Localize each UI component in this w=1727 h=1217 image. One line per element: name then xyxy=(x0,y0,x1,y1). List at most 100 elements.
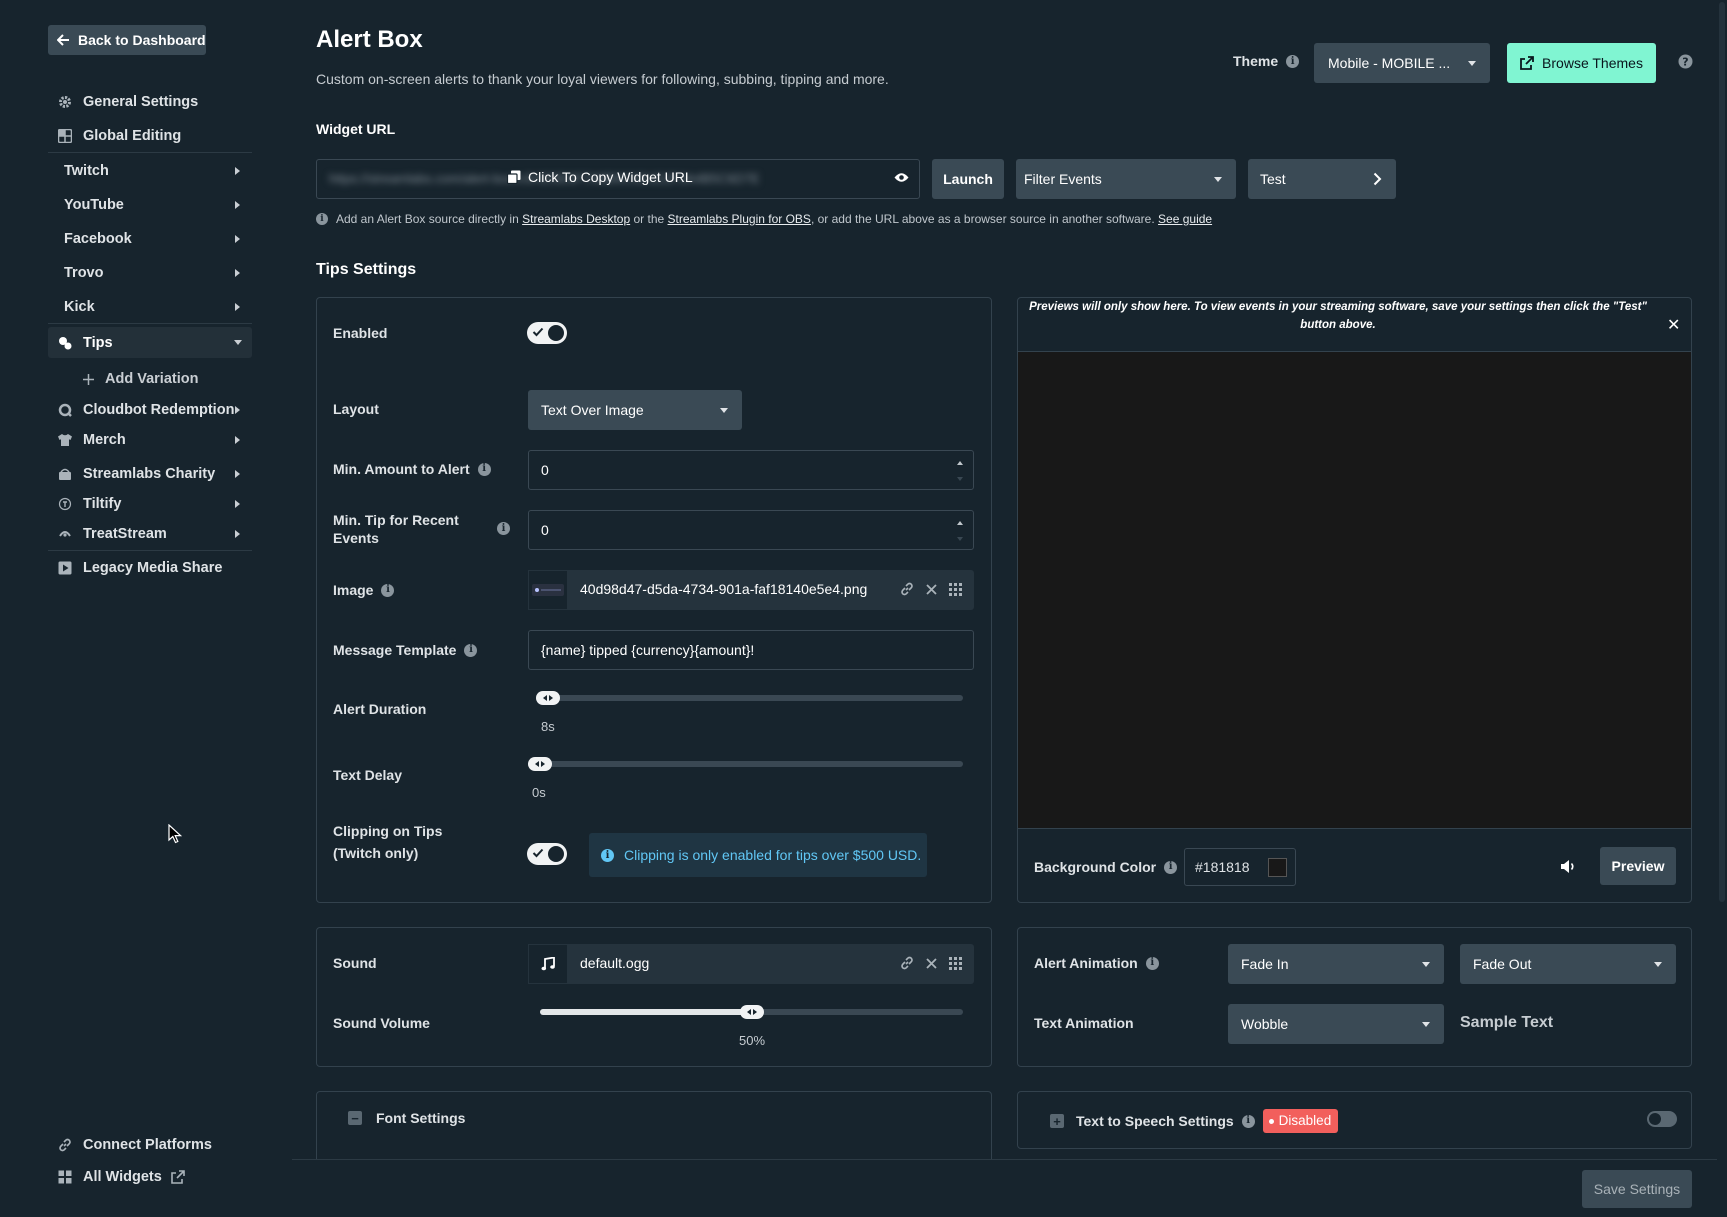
gallery-icon[interactable] xyxy=(949,582,962,596)
sidebar-item-facebook[interactable]: Facebook xyxy=(48,225,252,253)
font-settings-toggle[interactable]: − Font Settings xyxy=(348,1109,465,1127)
sample-text: Sample Text xyxy=(1460,1014,1554,1031)
theme-select[interactable]: Mobile - MOBILE ... xyxy=(1314,43,1490,83)
chevron-down-icon xyxy=(1214,177,1222,182)
layout-select[interactable]: Text Over Image xyxy=(528,390,742,430)
info-icon[interactable]: i xyxy=(1241,1114,1255,1128)
link-icon xyxy=(55,1138,75,1152)
chevron-right-icon xyxy=(235,235,240,243)
status-badge: Disabled xyxy=(1262,1109,1339,1133)
widgets-icon xyxy=(55,1170,75,1184)
check-icon xyxy=(532,326,544,338)
add-variation-button[interactable]: Add Variation xyxy=(82,365,252,393)
info-icon[interactable]: i xyxy=(477,462,491,476)
launch-button[interactable]: Launch xyxy=(932,159,1004,199)
min-tip-input[interactable]: 0 xyxy=(528,510,974,550)
sidebar-item-trovo[interactable]: Trovo xyxy=(48,259,252,287)
text-delay-slider[interactable] xyxy=(528,761,963,767)
clipping-toggle[interactable] xyxy=(527,843,567,865)
info-icon[interactable]: i xyxy=(464,643,478,657)
sidebar-item-kick[interactable]: Kick xyxy=(48,293,252,321)
filter-events-select[interactable]: Filter Events xyxy=(1016,159,1236,199)
copy-widget-url[interactable]: Click To Copy Widget URL xyxy=(507,169,693,185)
close-icon[interactable] xyxy=(926,957,937,969)
browse-themes-button[interactable]: Browse Themes xyxy=(1507,43,1656,83)
sidebar-item-connect-platforms[interactable]: Connect Platforms xyxy=(48,1131,252,1159)
tiltify-icon xyxy=(55,497,75,511)
streamlabs-desktop-link[interactable]: Streamlabs Desktop xyxy=(522,212,630,226)
info-icon[interactable]: i xyxy=(1145,956,1159,970)
info-icon[interactable]: i xyxy=(1286,54,1300,68)
grid-icon xyxy=(55,129,75,143)
sidebar-item-general-settings[interactable]: General Settings xyxy=(48,88,252,116)
alert-duration-slider[interactable] xyxy=(536,695,963,701)
text-delay-value: 0s xyxy=(532,785,546,800)
spinner-down-icon[interactable] xyxy=(957,537,963,541)
link-icon[interactable] xyxy=(900,956,914,970)
sidebar-item-all-widgets[interactable]: All Widgets xyxy=(48,1163,252,1191)
close-icon[interactable]: ✕ xyxy=(1667,315,1680,335)
see-guide-link[interactable]: See guide xyxy=(1158,212,1212,226)
tts-toggle[interactable] xyxy=(1647,1111,1677,1127)
sidebar-item-streamlabs-charity[interactable]: Streamlabs Charity xyxy=(48,460,252,488)
tts-settings-toggle[interactable]: + Text to Speech Settings i Disabled xyxy=(1050,1109,1339,1133)
sidebar-item-cloudbot-redemption[interactable]: Cloudbot Redemption xyxy=(48,396,252,424)
eye-icon[interactable] xyxy=(894,172,909,183)
chevron-down-icon xyxy=(720,408,728,413)
image-file-field[interactable]: 40d98d47-d5da-4734-901a-faf18140e5e4.png xyxy=(528,570,974,610)
scrollbar[interactable] xyxy=(1717,0,1727,1217)
chevron-down-icon xyxy=(234,340,242,345)
chevron-right-icon xyxy=(235,530,240,538)
close-icon[interactable] xyxy=(926,583,937,595)
message-template-label: Message Template i xyxy=(333,641,478,659)
info-icon[interactable]: i xyxy=(381,583,395,597)
chevron-down-icon xyxy=(1654,962,1662,967)
info-icon[interactable]: i xyxy=(497,522,510,535)
sound-volume-handle[interactable] xyxy=(739,1005,764,1019)
back-to-dashboard-button[interactable]: Back to Dashboard xyxy=(48,25,206,55)
sidebar-item-legacy-media-share[interactable]: Legacy Media Share xyxy=(48,554,252,582)
alert-animation-in-select[interactable]: Fade In xyxy=(1228,944,1444,984)
sound-file-field[interactable]: default.ogg xyxy=(528,944,974,984)
test-button[interactable]: Test xyxy=(1248,159,1396,199)
preview-note: Previews will only show here. To view ev… xyxy=(1029,301,1647,331)
message-template-input[interactable]: {name} tipped {currency}{amount}! xyxy=(528,630,974,670)
shirt-icon xyxy=(55,433,75,447)
sidebar-item-youtube[interactable]: YouTube xyxy=(48,191,252,219)
sidebar-item-tiltify[interactable]: Tiltify xyxy=(48,490,252,518)
sidebar-item-global-editing[interactable]: Global Editing xyxy=(48,122,252,150)
volume-icon[interactable] xyxy=(1560,859,1577,874)
widget-url-field[interactable]: https://streamlabs.com/alert-box/v3/4D5E… xyxy=(316,159,920,199)
mouse-cursor-icon xyxy=(168,824,182,844)
sidebar-item-merch[interactable]: Merch xyxy=(48,426,252,454)
min-amount-input[interactable]: 0 xyxy=(528,450,974,490)
gallery-icon[interactable] xyxy=(949,956,962,970)
chevron-down-icon xyxy=(1468,61,1476,66)
help-icon[interactable]: ? xyxy=(1678,54,1693,69)
chevron-right-icon xyxy=(235,500,240,508)
sidebar-item-tips[interactable]: Tips xyxy=(48,327,252,358)
alert-duration-handle[interactable] xyxy=(536,691,560,705)
sidebar-divider xyxy=(48,323,252,324)
info-icon[interactable]: i xyxy=(1164,860,1178,874)
spinner-up-icon[interactable] xyxy=(957,521,963,525)
link-icon[interactable] xyxy=(900,582,914,596)
preview-button[interactable]: Preview xyxy=(1600,847,1676,885)
save-settings-button[interactable]: Save Settings xyxy=(1582,1170,1692,1208)
enabled-toggle[interactable] xyxy=(527,322,567,344)
sound-volume-label: Sound Volume xyxy=(333,1015,430,1031)
chevron-down-icon xyxy=(1422,962,1430,967)
spinner-down-icon[interactable] xyxy=(957,477,963,481)
alert-animation-out-select[interactable]: Fade Out xyxy=(1460,944,1676,984)
sound-volume-value: 50% xyxy=(739,1033,766,1048)
min-amount-label: Min. Amount to Alert i xyxy=(333,460,491,478)
spinner-up-icon[interactable] xyxy=(957,461,963,465)
scrollbar-thumb[interactable] xyxy=(1719,2,1725,902)
streamlabs-obs-plugin-link[interactable]: Streamlabs Plugin for OBS xyxy=(668,212,811,226)
sidebar-item-twitch[interactable]: Twitch xyxy=(48,157,252,185)
sidebar-item-treatstream[interactable]: TreatStream xyxy=(48,520,252,548)
text-animation-select[interactable]: Wobble xyxy=(1228,1004,1444,1044)
text-delay-handle[interactable] xyxy=(528,757,552,771)
color-swatch[interactable] xyxy=(1268,858,1287,877)
background-color-input[interactable]: #181818 xyxy=(1184,848,1296,886)
